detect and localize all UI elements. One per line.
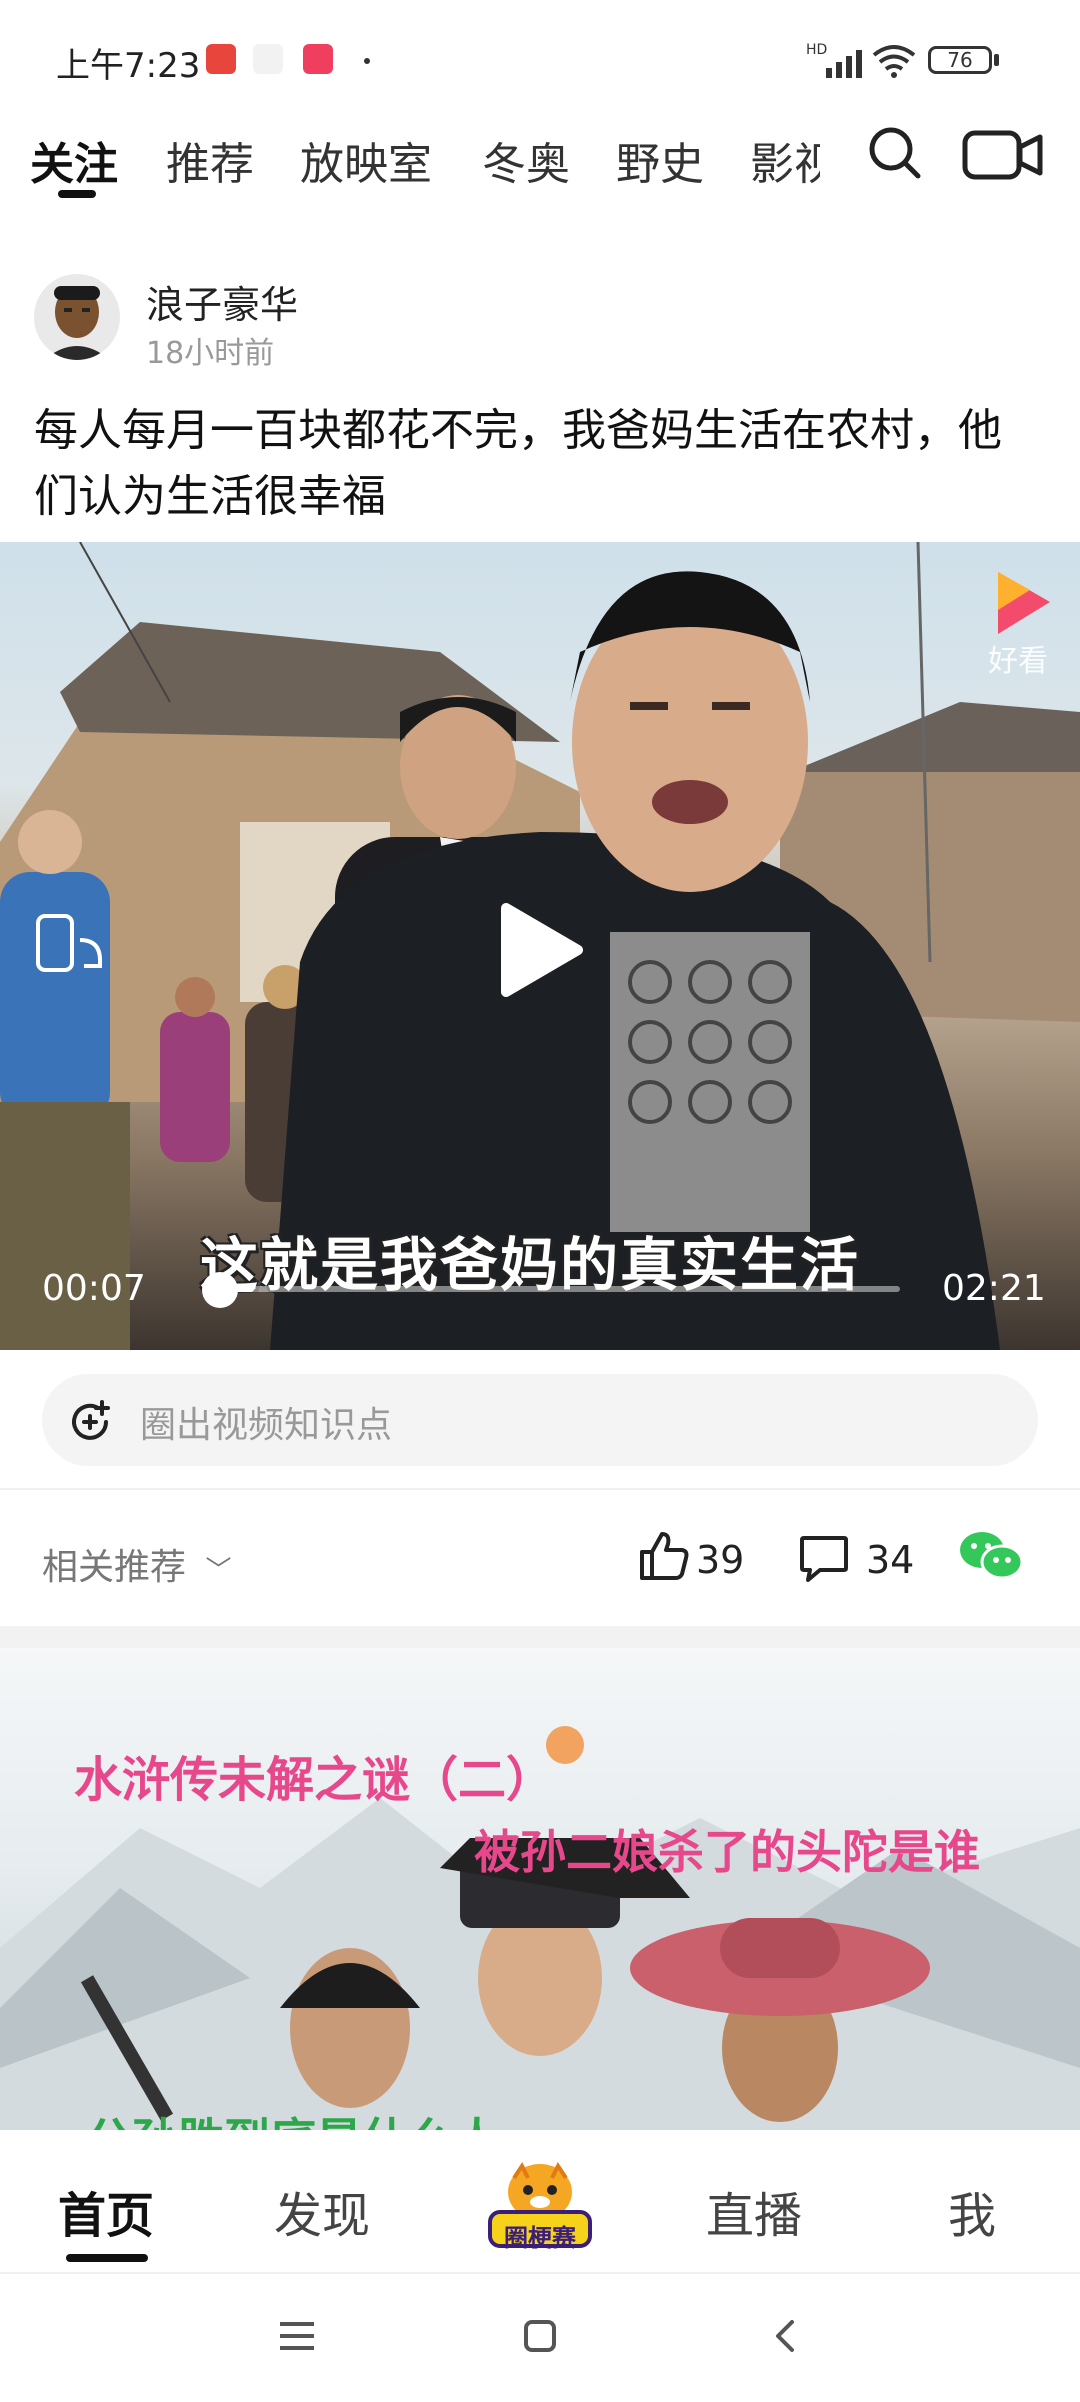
tab-film: 影视: [750, 139, 820, 188]
divider: [0, 1488, 1080, 1490]
comment-icon[interactable]: [798, 1532, 850, 1584]
video-duration: 02:21: [942, 1268, 1046, 1309]
play-icon[interactable]: [492, 900, 588, 1000]
avatar-face-icon: [44, 286, 110, 360]
tab-active-indicator: [58, 190, 96, 198]
wifi-icon: [872, 45, 916, 78]
video-app-icon: [253, 44, 283, 74]
nav-meme-contest[interactable]: 圈梗赛: [484, 2158, 596, 2252]
comment-count: 34: [866, 1538, 915, 1582]
wechat-share-icon[interactable]: [958, 1528, 1024, 1584]
toutiao-app-icon: [206, 44, 236, 74]
related-recommend-toggle[interactable]: 相关推荐 ﹀: [42, 1538, 231, 1590]
nav-me[interactable]: 我: [948, 2176, 996, 2246]
tab-follow[interactable]: 关注: [30, 128, 118, 192]
video-watermark: 好看: [988, 644, 1048, 679]
author-name[interactable]: 浪子豪华: [146, 274, 298, 329]
video-progress-handle[interactable]: [202, 1272, 238, 1308]
nav-live[interactable]: 直播: [706, 2176, 802, 2246]
tab-recommend[interactable]: 推荐: [166, 128, 254, 192]
post-time: 18小时前: [146, 336, 275, 371]
tab-winter-olympics[interactable]: 冬奥: [482, 128, 570, 192]
signal-icon: [826, 50, 862, 78]
tab-unofficial-history[interactable]: 野史: [616, 128, 704, 192]
battery-level: 76: [947, 48, 973, 72]
video-progress-track[interactable]: [220, 1286, 900, 1292]
next-video-card[interactable]: [0, 1648, 1080, 2130]
like-count: 39: [696, 1538, 745, 1582]
next-video-title-2: 被孙二娘杀了的头陀是谁: [474, 1825, 980, 1879]
nav-home[interactable]: 首页: [58, 2176, 154, 2246]
next-video-title-1: 水浒传未解之谜（二）: [74, 1752, 555, 1808]
nav-discover[interactable]: 发现: [274, 2176, 370, 2246]
status-time: 上午7:23: [56, 46, 201, 86]
chevron-down-icon: ﹀: [205, 1556, 232, 1586]
battery-icon: 76: [928, 46, 992, 74]
notification-dot-icon: [364, 58, 370, 64]
nav-meme-contest-label: 圈梗赛: [504, 2224, 576, 2252]
search-icon[interactable]: [866, 124, 924, 182]
back-chevron-icon[interactable]: [770, 2316, 800, 2356]
next-video-thumbnail: [0, 1798, 1080, 2130]
tab-screening-room[interactable]: 放映室: [300, 128, 432, 192]
menu-icon[interactable]: [276, 2318, 318, 2354]
video-camera-icon[interactable]: [962, 128, 1044, 182]
section-gap: [0, 1626, 1080, 1648]
video-current-time: 00:07: [42, 1268, 146, 1309]
post-title[interactable]: 每人每月一百块都花不完，我爸妈生活在农村，他们认为生活很幸福: [34, 398, 1044, 530]
related-recommend-label: 相关推荐: [42, 1547, 187, 1588]
knowledge-point-placeholder: 圈出视频知识点: [140, 1405, 393, 1446]
thumbs-up-icon[interactable]: [636, 1528, 690, 1582]
author-avatar[interactable]: [34, 274, 120, 360]
fullscreen-rotate-icon[interactable]: [34, 910, 106, 976]
circle-add-icon: [72, 1400, 110, 1440]
nav-active-indicator: [66, 2254, 148, 2262]
tab-film-clip[interactable]: 影视: [750, 128, 820, 188]
battery-tip: [994, 54, 999, 66]
home-square-icon[interactable]: [520, 2316, 560, 2356]
haokan-app-icon: [303, 44, 333, 74]
